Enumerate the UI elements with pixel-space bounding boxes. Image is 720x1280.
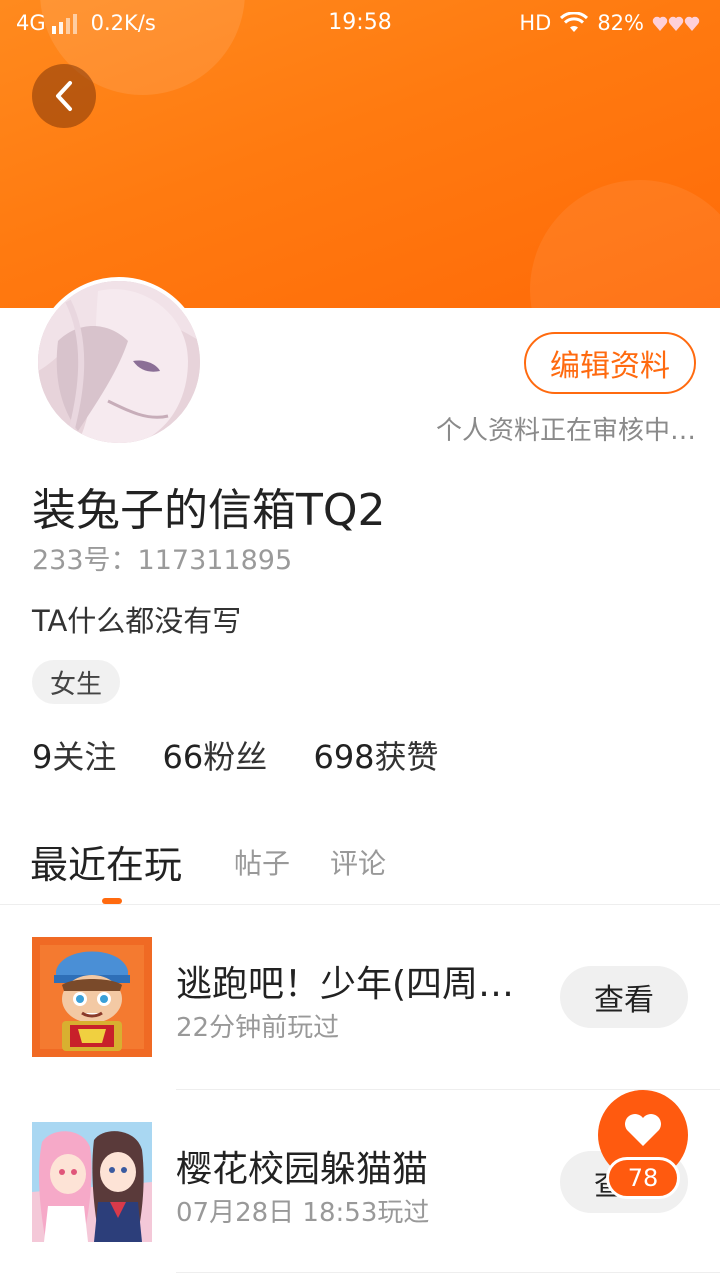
list-item[interactable]: 逃跑吧！少年(四周… 22分钟前玩过 查看 [0, 925, 720, 1075]
battery-percent: 82% [597, 11, 644, 35]
bio: TA什么都没有写 [32, 604, 242, 638]
stat-number: 9 [32, 738, 53, 776]
stat-likes[interactable]: 698获赞 [313, 738, 438, 776]
status-bar: 4G 0.2K/s 19:58 HD 82% [0, 0, 720, 46]
stat-number: 66 [162, 738, 204, 776]
played-time: 22分钟前玩过 [176, 1013, 340, 1043]
hd-indicator: HD [519, 11, 552, 35]
tab-comments[interactable]: 评论 [330, 842, 386, 882]
gender-label: 女生 [50, 669, 103, 700]
played-time: 07月28日 18:53玩过 [176, 1198, 430, 1228]
nickname: 装兔子的信箱TQ2 [32, 485, 386, 536]
stat-number: 698 [313, 738, 375, 776]
game-title: 逃跑吧！少年(四周… [176, 964, 515, 1005]
heart-icon [625, 1114, 661, 1146]
stat-label: 粉丝 [203, 738, 268, 776]
stat-following[interactable]: 9关注 [32, 738, 116, 776]
divider [0, 904, 720, 905]
view-button[interactable]: 查看 [560, 966, 688, 1028]
wifi-icon [560, 12, 589, 32]
divider [176, 1272, 720, 1273]
banner-decoration [530, 180, 720, 308]
tab-recent-played[interactable]: 最近在玩 [30, 834, 182, 889]
stat-label: 关注 [52, 738, 117, 776]
profile-stats: 9关注 66粉丝 698获赞 [32, 732, 475, 778]
avatar[interactable] [34, 277, 204, 447]
game-title: 樱花校园躲猫猫 [176, 1149, 429, 1190]
tab-posts[interactable]: 帖子 [234, 842, 290, 882]
edit-profile-button[interactable]: 编辑资料 [524, 332, 696, 394]
back-button[interactable] [32, 64, 96, 128]
game-icon [32, 1122, 152, 1242]
game-icon [32, 937, 152, 1057]
chevron-left-icon [56, 81, 72, 111]
stat-followers[interactable]: 66粉丝 [163, 738, 268, 776]
profile-banner: 4G 0.2K/s 19:58 HD 82% [0, 0, 720, 308]
like-count: 78 [606, 1157, 680, 1199]
review-status-text: 个人资料正在审核中… [435, 416, 696, 446]
hearts-battery-icon [652, 16, 700, 31]
gender-tag: 女生 [32, 660, 121, 704]
stat-label: 获赞 [374, 738, 439, 776]
avatar-image [38, 281, 200, 443]
user-id: 233号：117311895 [32, 545, 293, 576]
